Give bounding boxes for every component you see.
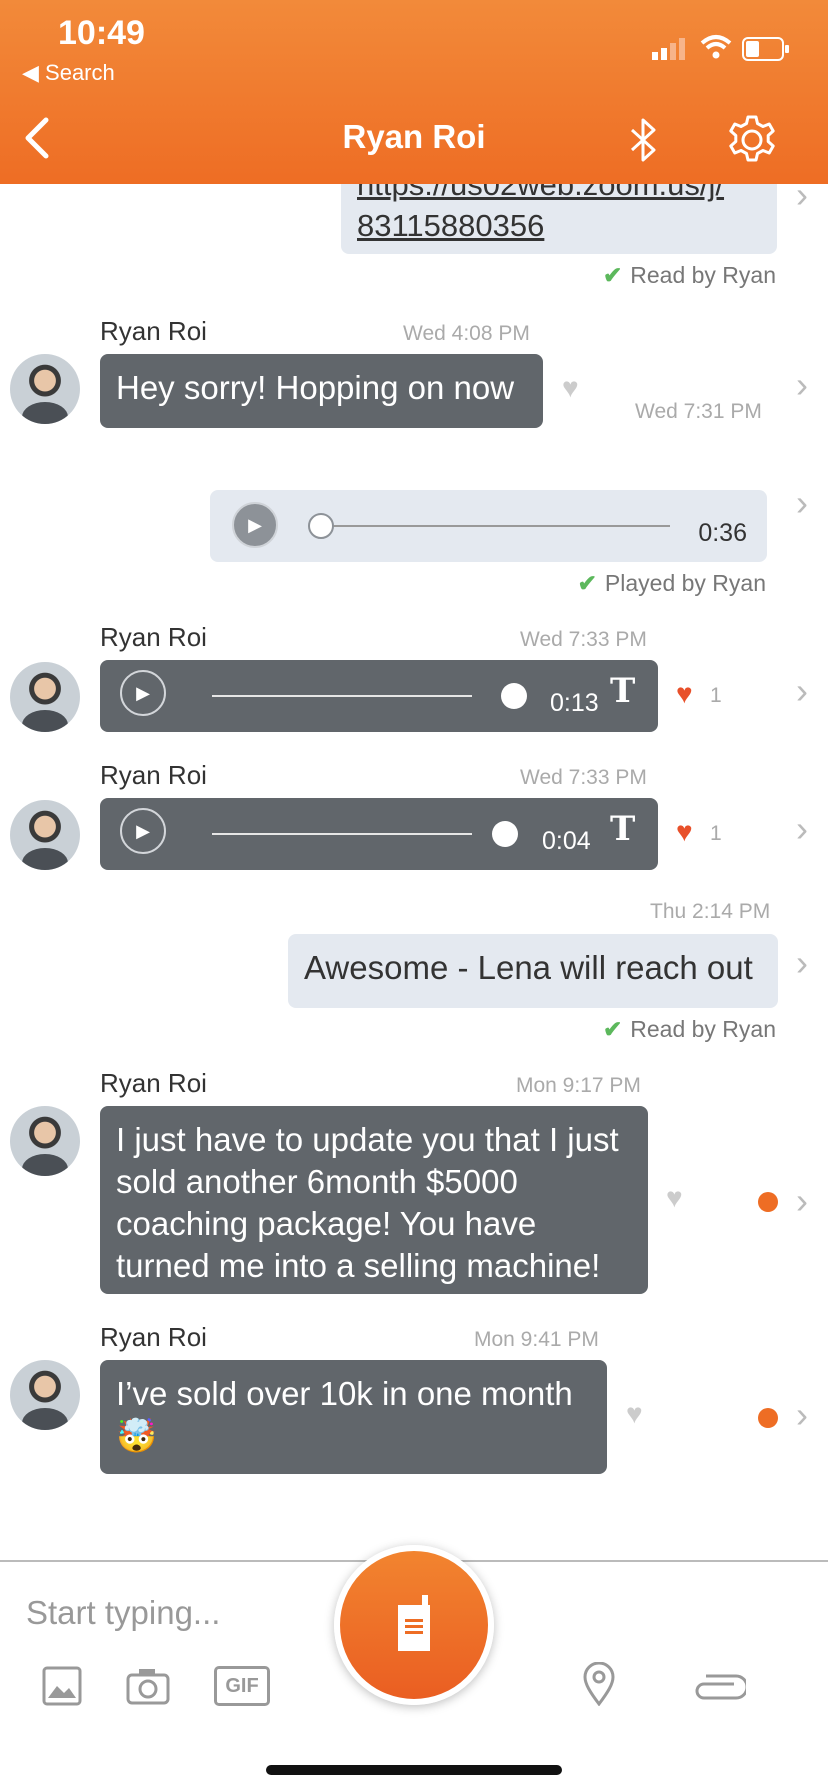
play-icon[interactable]: ▶ [232, 502, 278, 548]
outgoing-voice-bubble[interactable]: ▶ 0:36 [210, 490, 767, 562]
check-icon: ✔ [602, 262, 623, 288]
heart-icon[interactable]: ♥ [676, 678, 693, 710]
status-time: 10:49 [58, 14, 145, 52]
location-pin-icon[interactable] [582, 1661, 616, 1715]
message-text: Awesome - Lena will reach out [304, 949, 753, 986]
progress-track[interactable] [212, 695, 472, 697]
voice-duration: 0:36 [698, 519, 747, 547]
unread-dot [758, 1192, 778, 1212]
timestamp: Mon 9:17 PM [516, 1074, 641, 1097]
push-to-talk-button[interactable] [334, 1545, 494, 1705]
heart-icon[interactable]: ♥ [626, 1398, 643, 1430]
check-icon: ✔ [577, 570, 597, 596]
read-receipt: ✔ Read by Ryan [602, 1016, 776, 1042]
timestamp: Wed 7:31 PM [635, 400, 762, 423]
voice-duration: 0:13 [550, 689, 599, 717]
gif-icon[interactable]: GIF [214, 1666, 270, 1706]
signal-icon [652, 38, 692, 60]
avatar[interactable] [10, 354, 80, 424]
play-icon[interactable]: ▶ [120, 808, 166, 854]
chevron-right-icon[interactable]: › [796, 670, 808, 712]
page-title: Ryan Roi [342, 118, 486, 155]
chevron-right-icon[interactable]: › [796, 942, 808, 984]
avatar[interactable] [10, 1106, 80, 1176]
played-receipt: ✔ Played by Ryan [577, 570, 766, 596]
play-icon[interactable]: ▶ [120, 670, 166, 716]
progress-knob[interactable] [492, 821, 518, 847]
sender-name: Ryan Roi [100, 622, 207, 652]
message-text: Hey sorry! Hopping on now [116, 369, 515, 406]
progress-knob[interactable] [308, 513, 334, 539]
message-list[interactable]: https://us02web.zoom.us/j/ 83115880356 ›… [0, 144, 828, 1560]
avatar[interactable] [10, 1360, 80, 1430]
incoming-message-bubble[interactable]: Hey sorry! Hopping on now [100, 354, 543, 428]
camera-icon[interactable] [126, 1666, 170, 1715]
timestamp: Wed 7:33 PM [520, 766, 647, 789]
link-line-2[interactable]: 83115880356 [357, 205, 761, 246]
voice-duration: 0:04 [542, 827, 591, 855]
battery-icon [742, 37, 790, 66]
like-count: 1 [710, 822, 722, 845]
image-icon[interactable] [42, 1666, 82, 1715]
timestamp: Thu 2:14 PM [650, 900, 771, 923]
avatar[interactable] [10, 662, 80, 732]
back-to-search-link[interactable]: ◀ Search [22, 60, 115, 86]
unread-dot [758, 1408, 778, 1428]
message-text: I just have to update you that I just so… [116, 1121, 619, 1284]
message-text: I’ve sold over 10k in one month 🤯 [116, 1375, 573, 1454]
like-count: 1 [710, 684, 722, 707]
home-indicator[interactable] [266, 1765, 562, 1775]
sender-name: Ryan Roi [100, 1322, 207, 1352]
chevron-right-icon[interactable]: › [796, 1394, 808, 1436]
incoming-voice-bubble[interactable]: ▶ 0:04 T [100, 798, 658, 870]
avatar[interactable] [10, 800, 80, 870]
outgoing-message-bubble[interactable]: Awesome - Lena will reach out [288, 934, 778, 1008]
chevron-right-icon[interactable]: › [796, 482, 808, 524]
gif-label: GIF [225, 1674, 259, 1697]
sender-name: Ryan Roi [100, 1068, 207, 1098]
chevron-right-icon[interactable]: › [796, 1180, 808, 1222]
transcribe-icon[interactable]: T [610, 808, 635, 850]
progress-knob[interactable] [501, 683, 527, 709]
sender-name: Ryan Roi [100, 316, 207, 346]
transcribe-icon[interactable]: T [610, 670, 635, 712]
incoming-message-bubble[interactable]: I just have to update you that I just so… [100, 1106, 648, 1294]
sender-name: Ryan Roi [100, 760, 207, 790]
wifi-icon [700, 34, 732, 65]
timestamp: Mon 9:41 PM [474, 1328, 599, 1351]
bluetooth-icon[interactable] [626, 116, 660, 169]
timestamp: Wed 4:08 PM [403, 322, 530, 345]
walkie-talkie-icon [392, 1593, 436, 1658]
chevron-right-icon[interactable]: › [796, 808, 808, 850]
incoming-voice-bubble[interactable]: ▶ 0:13 T [100, 660, 658, 732]
read-receipt: ✔ Read by Ryan [602, 262, 776, 288]
paperclip-icon[interactable] [690, 1672, 749, 1711]
heart-icon[interactable]: ♥ [676, 816, 693, 848]
chat-screen: 10:49 ◀ Search Ryan Roi https://us02web.… [0, 0, 828, 1792]
check-icon: ✔ [602, 1016, 623, 1042]
gear-icon[interactable] [726, 114, 778, 171]
heart-icon[interactable]: ♥ [666, 1182, 683, 1214]
incoming-message-bubble[interactable]: I’ve sold over 10k in one month 🤯 [100, 1360, 607, 1474]
progress-track[interactable] [212, 833, 472, 835]
message-input[interactable]: Start typing... [26, 1594, 220, 1632]
header-bar: 10:49 ◀ Search Ryan Roi [0, 0, 828, 184]
chevron-right-icon[interactable]: › [796, 364, 808, 406]
progress-track[interactable] [322, 525, 670, 527]
heart-icon[interactable]: ♥ [562, 372, 579, 404]
timestamp: Wed 7:33 PM [520, 628, 647, 651]
